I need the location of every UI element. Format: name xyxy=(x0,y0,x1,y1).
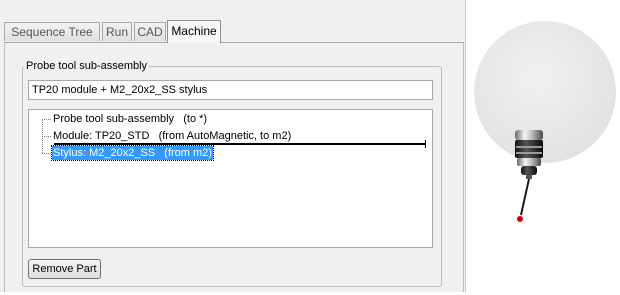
probe-group-title: Probe tool sub-assembly xyxy=(24,59,150,73)
tree-item-stylus[interactable]: Stylus: M2_20x2_SS (from m2) xyxy=(51,145,214,161)
tab-machine[interactable]: Machine xyxy=(167,20,221,43)
stylus-shaft xyxy=(520,178,530,216)
probe-sphere xyxy=(474,21,616,163)
panel-divider xyxy=(465,0,466,292)
tree-branch-line xyxy=(42,136,51,137)
tree-branch-line xyxy=(42,153,51,154)
machine-panel: Sequence Tree Run CAD Machine Probe tool… xyxy=(0,0,466,292)
drop-indicator-line xyxy=(54,143,426,145)
drop-indicator-cap xyxy=(425,140,426,148)
tree-branch-line xyxy=(42,119,51,120)
probe-preview-viewport[interactable] xyxy=(468,0,620,292)
probe-body xyxy=(515,130,543,179)
remove-part-button[interactable]: Remove Part xyxy=(28,259,101,279)
probe-3d-preview-icon xyxy=(474,21,616,222)
probe-assembly-tree[interactable]: Probe tool sub-assembly (to *) Module: T… xyxy=(28,109,433,248)
assembly-name-field[interactable]: TP20 module + M2_20x2_SS stylus xyxy=(28,80,433,100)
tree-item-probe-assembly[interactable]: Probe tool sub-assembly (to *) xyxy=(52,112,208,126)
tab-sequence-tree[interactable]: Sequence Tree xyxy=(4,22,100,41)
tab-run[interactable]: Run xyxy=(102,22,132,41)
tree-item-module[interactable]: Module: TP20_STD (from AutoMagnetic, to … xyxy=(52,129,292,143)
stylus-tip xyxy=(517,216,523,222)
tab-cad[interactable]: CAD xyxy=(134,22,166,41)
